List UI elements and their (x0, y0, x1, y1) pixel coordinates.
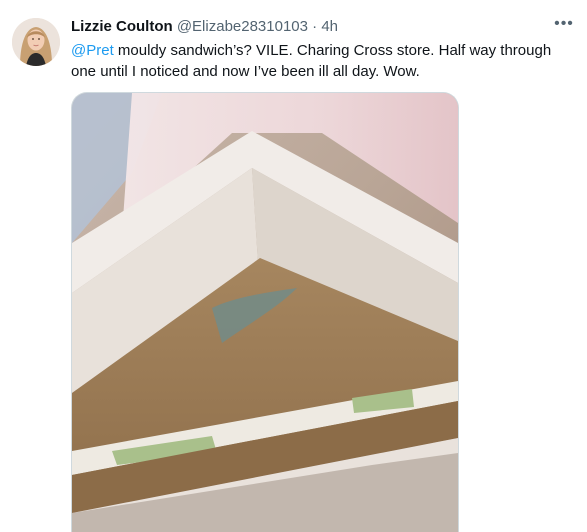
mention-link[interactable]: @Pret (71, 42, 114, 59)
tweet-text: @Pret mouldy sandwich’s? VILE. Charing C… (71, 40, 576, 82)
author-name[interactable]: Lizzie Coulton (71, 18, 173, 35)
profile-avatar[interactable] (12, 18, 60, 66)
author-handle[interactable]: @Elizabe28310103 (177, 18, 308, 35)
tweet-timestamp[interactable]: 4h (321, 18, 338, 35)
tweet-body: mouldy sandwich’s? VILE. Charing Cross s… (71, 42, 552, 80)
mouldy-sandwich-photo (72, 93, 458, 532)
tweet-header: Lizzie Coulton @Elizabe28310103 · 4h (71, 17, 577, 37)
header-separator: · (312, 18, 318, 35)
tweet-card[interactable]: Lizzie Coulton @Elizabe28310103 · 4h •••… (0, 0, 587, 532)
avatar-image (12, 18, 60, 66)
more-options-icon[interactable]: ••• (551, 14, 577, 40)
tweet-photo[interactable] (71, 92, 459, 532)
